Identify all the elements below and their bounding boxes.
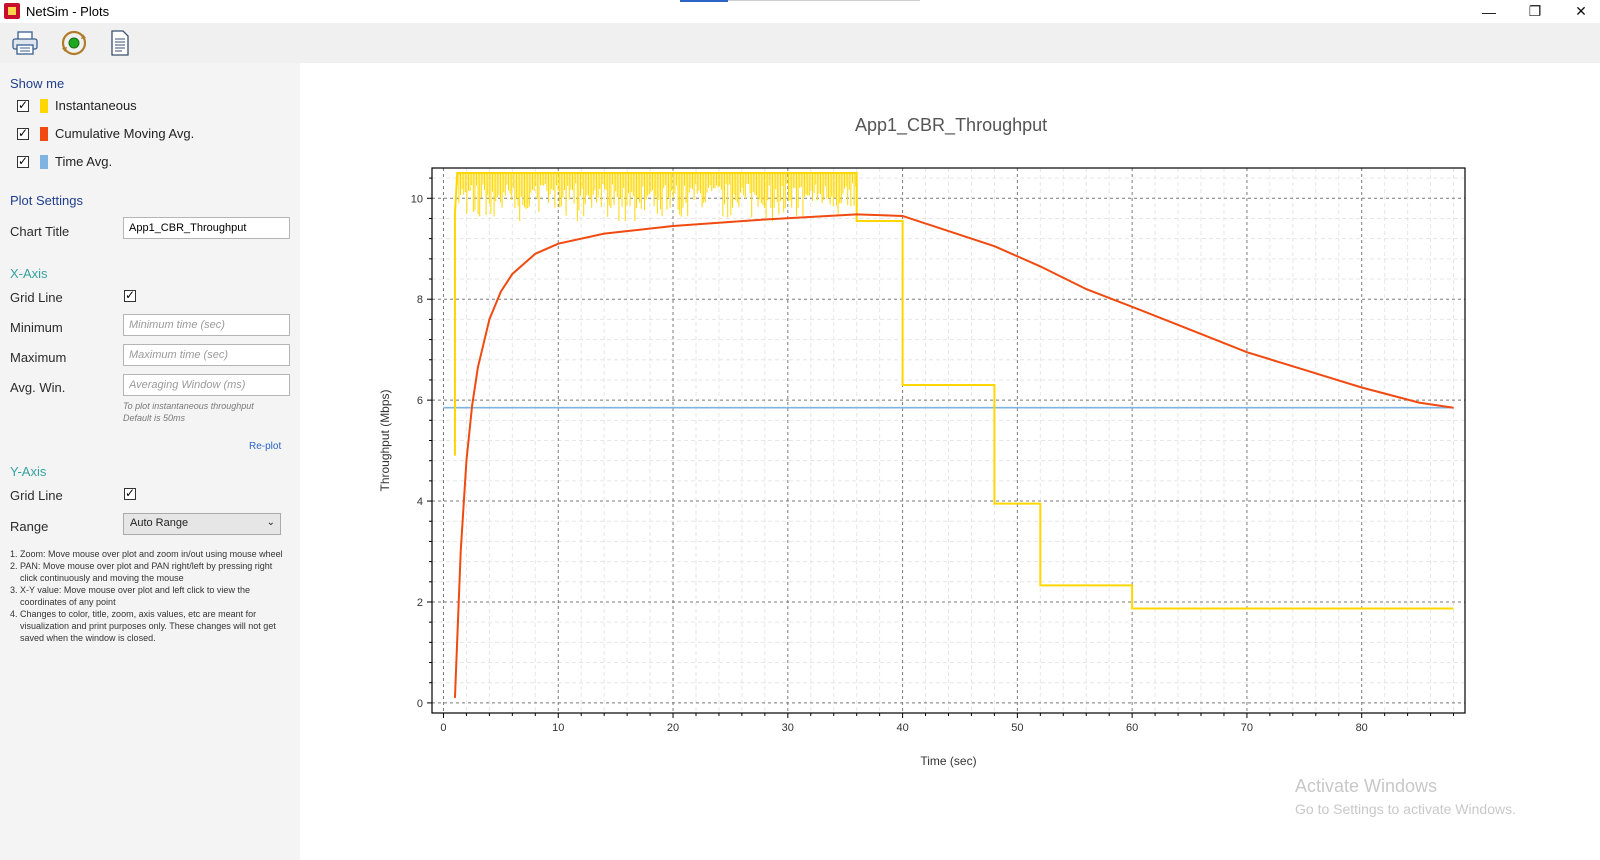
x-tick-label: 20 bbox=[667, 722, 679, 734]
y-tick-label: 10 bbox=[411, 193, 423, 205]
activate-windows-subtext: Go to Settings to activate Windows. bbox=[1295, 801, 1516, 817]
x-tick-label: 50 bbox=[1011, 722, 1023, 734]
activate-windows-watermark: Activate Windows bbox=[1295, 776, 1438, 796]
x-tick-label: 40 bbox=[896, 722, 908, 734]
y-tick-label: 0 bbox=[417, 698, 423, 710]
x-tick-label: 30 bbox=[782, 722, 794, 734]
y-tick-label: 8 bbox=[417, 294, 423, 306]
x-tick-label: 0 bbox=[440, 722, 446, 734]
y-tick-label: 6 bbox=[417, 395, 423, 407]
x-tick-label: 70 bbox=[1241, 722, 1253, 734]
throughput-chart[interactable]: 0 10 20 30 40 50 60 70 80 0 2 4 6 8 10 Time (sec) Throug… bbox=[0, 0, 1600, 860]
y-axis-label: Throughput (Mbps) bbox=[378, 389, 392, 491]
x-axis-label: Time (sec) bbox=[920, 754, 976, 768]
y-tick-label: 4 bbox=[417, 496, 423, 508]
y-tick-label: 2 bbox=[417, 597, 423, 609]
x-tick-label: 80 bbox=[1356, 722, 1368, 734]
x-tick-label: 60 bbox=[1126, 722, 1138, 734]
x-tick-label: 10 bbox=[552, 722, 564, 734]
